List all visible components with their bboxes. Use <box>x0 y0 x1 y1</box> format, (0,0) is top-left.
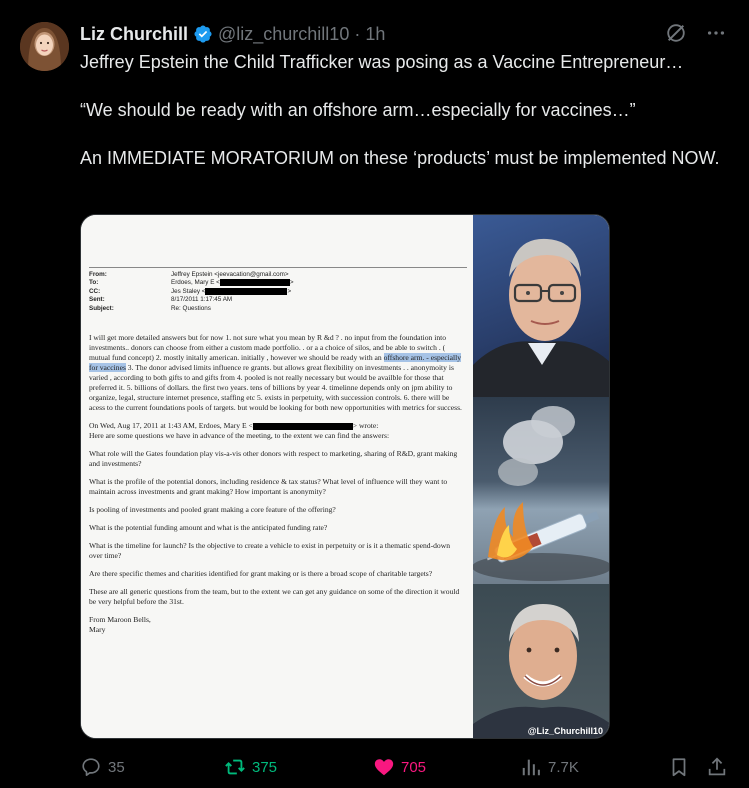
email-body: I will get more detailed answers but for… <box>89 333 465 635</box>
email-question: Is pooling of investments and pooled gra… <box>89 504 336 514</box>
email-signature: From Maroon Bells, Mary <box>89 614 151 634</box>
email-header: From: Jeffrey Epstein <jeevacation@gmail.… <box>89 271 294 312</box>
views-button[interactable]: 7.7K <box>520 754 579 780</box>
email-question: What is the potential funding amount and… <box>89 522 328 532</box>
post-text: Jeffrey Epstein the Child Trafficker was… <box>80 50 725 170</box>
display-name[interactable]: Liz Churchill <box>80 24 188 45</box>
repost-button[interactable]: 375 <box>224 754 277 780</box>
handle[interactable]: @liz_churchill10 <box>218 24 349 45</box>
redaction <box>219 279 290 287</box>
redaction <box>205 287 288 295</box>
redaction <box>252 422 353 430</box>
reply-count: 35 <box>108 758 125 776</box>
share-icon <box>708 757 726 776</box>
post-top-actions <box>665 22 727 44</box>
post-text-line-2: “We should be ready with an offshore arm… <box>80 100 636 120</box>
email-question: These are all generic questions from the… <box>89 586 460 606</box>
post-header: Liz Churchill @liz_churchill10 · 1h <box>80 23 385 45</box>
separator-dot: · <box>354 23 361 44</box>
avatar-portrait <box>20 22 69 71</box>
bookmark-button[interactable] <box>668 754 690 780</box>
email-paragraph-1: I will get more detailed answers but for… <box>89 332 462 412</box>
post[interactable]: Liz Churchill @liz_churchill10 · 1h Jeff… <box>0 0 749 788</box>
portrait-photo <box>473 215 609 397</box>
reply-icon <box>82 758 100 776</box>
syringe-photo <box>473 397 609 584</box>
views-icon <box>522 759 540 776</box>
repost-icon <box>225 759 245 775</box>
share-button[interactable] <box>706 754 728 780</box>
repost-count: 375 <box>252 758 278 776</box>
post-media[interactable]: From: Jeffrey Epstein <jeevacation@gmail.… <box>80 214 610 739</box>
email-question: What is the timeline for launch? Is the … <box>89 540 451 560</box>
portrait-photo: @Liz_Churchill10 <box>473 584 609 738</box>
avatar[interactable] <box>20 22 69 71</box>
like-count: 705 <box>401 758 427 776</box>
verified-badge-icon <box>194 25 212 43</box>
reply-button[interactable]: 35 <box>80 754 125 780</box>
action-bar: 35 375 705 7.7K <box>80 754 730 780</box>
like-icon <box>374 759 394 776</box>
photo-collage: @Liz_Churchill10 <box>473 215 609 738</box>
email-question: What role will the Gates foundation play… <box>89 448 458 468</box>
document-rule <box>89 267 467 268</box>
post-text-line-1: Jeffrey Epstein the Child Trafficker was… <box>80 52 684 72</box>
views-count: 7.7K <box>548 758 579 776</box>
like-button[interactable]: 705 <box>373 754 426 780</box>
grok-icon[interactable] <box>665 22 687 44</box>
image-watermark: @Liz_Churchill10 <box>527 726 603 736</box>
post-time[interactable]: 1h <box>365 24 385 45</box>
email-document-image: From: Jeffrey Epstein <jeevacation@gmail.… <box>81 215 473 738</box>
email-paragraph-2: On Wed, Aug 17, 2011 at 1:43 AM, Erdoes,… <box>89 420 390 440</box>
email-question: What is the profile of the potential don… <box>89 476 448 496</box>
bookmark-icon <box>672 758 686 777</box>
more-icon[interactable] <box>705 22 727 44</box>
email-question: Are there specific themes and charities … <box>89 568 433 578</box>
post-text-line-3: An IMMEDIATE MORATORIUM on these ‘produc… <box>80 148 720 168</box>
